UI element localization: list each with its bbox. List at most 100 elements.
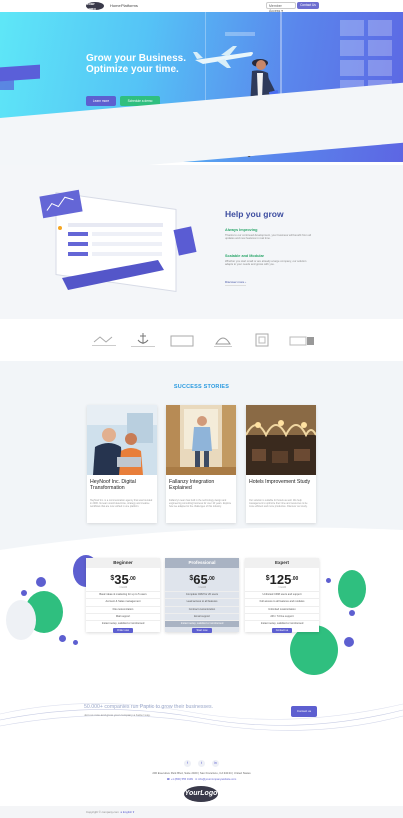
plan-feature: Contract customization (165, 605, 239, 613)
language-selector[interactable]: ● English ▾ (120, 810, 134, 814)
decor-blob (73, 640, 78, 645)
cta-waves (0, 703, 403, 731)
plan-feature: Email support (165, 612, 239, 620)
contact-us-plan-button[interactable]: Contact us (272, 628, 292, 634)
decor-blob (6, 600, 36, 640)
chevron-down-icon: ▾ (281, 9, 284, 13)
dashboard-illustration (39, 189, 197, 292)
bottom-bar (0, 806, 403, 818)
decor-blob (349, 610, 355, 616)
cents: .00 (291, 576, 299, 582)
window-pane (368, 20, 392, 36)
plan-feature: Instant setup, satisfied or reimbursed (86, 620, 160, 627)
plan-name: Expert (245, 558, 319, 568)
plan-feature: Instant setup, satisfied or reimbursed (165, 620, 239, 628)
price-card-professional: Professional $65.00 / month Complete CRM… (165, 558, 239, 634)
discover-more-link[interactable]: Discover more › (225, 280, 247, 286)
story-text: Our solution is suitable for hotels as w… (249, 499, 308, 508)
plan-feature: Account & Sales management (86, 598, 160, 605)
help-item-title: Scalable and Modular (225, 254, 265, 258)
window-pane (368, 40, 392, 56)
plan-period: / month (277, 586, 287, 589)
decor-blob (326, 578, 331, 583)
copyright: Copyright © company.com ● English ▾ (86, 810, 134, 814)
plan-feature: Full access to all features and modules (245, 598, 319, 605)
story-image-office (87, 405, 157, 475)
top-nav: Your Logo Home Platforms Member Access ▾… (0, 0, 403, 13)
amount: 125 (269, 572, 292, 587)
plan-feature: 24h / 7d live support (245, 612, 319, 620)
member-access-select[interactable]: Member Access ▾ (266, 2, 296, 13)
story-title: Hotels Improvement Study (249, 479, 311, 485)
story-image-woman (166, 405, 236, 475)
linkedin-icon[interactable]: in (212, 760, 219, 767)
nav-link-home[interactable]: Home (110, 3, 121, 8)
plan-price: $125.00 (245, 572, 319, 587)
learn-more-button[interactable]: Learn more (86, 96, 116, 106)
story-text: HeyNoof Inc. is a communication agency t… (90, 499, 153, 508)
member-access-label: Member Access (269, 4, 282, 13)
contact-button[interactable]: Contact Us (297, 2, 319, 9)
arrow-right-icon: › (245, 280, 247, 284)
help-item-title: Always Improving (225, 228, 258, 232)
plan-name: Professional (165, 558, 239, 568)
decor-blob (59, 635, 66, 642)
footer-contacts: ☎ +1 (800) 555 0199 ✉ info@yourcompanywe… (0, 777, 403, 781)
decor-blob (21, 590, 27, 596)
story-card[interactable]: Hotels Improvement Study Our solution is… (246, 405, 316, 523)
decor-stripe (0, 78, 14, 90)
facebook-icon[interactable]: f (184, 760, 191, 767)
client-logo-3 (170, 335, 194, 347)
plan-period: / month (197, 586, 207, 589)
cta-heading: 50.000+ companies run Paptic to grow the… (84, 704, 214, 710)
cta-contact-button[interactable]: Contact us (291, 706, 317, 717)
plan-price: $65.00 (165, 572, 239, 587)
plan-price: $35.00 (86, 572, 160, 587)
cents: .00 (207, 576, 215, 582)
nav-logo[interactable]: Your Logo (86, 1, 104, 11)
plan-name: Beginner (86, 558, 160, 568)
section-wave (0, 527, 403, 560)
plan-feature: Unlimited CRM users and support (245, 591, 319, 598)
clients-band (0, 319, 403, 361)
amount: 65 (193, 572, 208, 587)
globe-icon: ● (120, 810, 123, 814)
language-label: English (122, 810, 133, 814)
cents: .00 (128, 576, 136, 582)
twitter-icon[interactable]: t (198, 760, 205, 767)
order-now-button[interactable]: Order now (113, 628, 133, 634)
story-title: Fallanzy Integration Explained (169, 479, 215, 491)
copyright-text: Copyright © company.com (86, 810, 119, 814)
amount: 35 (114, 572, 129, 587)
plan-feature: Instant setup, satisfied or reimbursed (245, 620, 319, 627)
decor-blob (36, 577, 46, 587)
window-pane (340, 40, 364, 56)
client-logo-5 (255, 333, 269, 347)
decor-blob (344, 637, 354, 647)
price-card-beginner: Beginner $35.00 / month Basic ideas & ma… (86, 558, 160, 634)
page: Your Logo Home Platforms Member Access ▾… (0, 0, 403, 818)
story-title: HeyNoof Inc. Digital Transformation (90, 479, 136, 491)
plan-feature: Basic ideas & marketing for up to 5 user… (86, 591, 160, 598)
plan-period: / month (118, 586, 128, 589)
footer-phone[interactable]: +1 (800) 555 0199 (171, 778, 193, 781)
client-logo-4 (214, 337, 232, 347)
cta-subtext: Join us now and grow your company a bett… (84, 713, 151, 717)
phone-icon: ☎ (166, 778, 171, 781)
window-frame (225, 32, 255, 36)
help-item-text: Whether you start small or are already a… (225, 260, 307, 267)
plan-feature: Lead access to all features (165, 598, 239, 605)
plan-feature: Unlimited customization (245, 605, 319, 613)
footer-email[interactable]: info@yourcompanywebsite.com (198, 778, 236, 781)
start-now-button[interactable]: Start now (192, 628, 212, 634)
story-card[interactable]: HeyNoof Inc. Digital Transformation HeyN… (87, 405, 157, 523)
window-pane (368, 60, 392, 76)
footer-logo[interactable]: YourLogo (184, 786, 218, 802)
decor-blob (290, 625, 338, 675)
footer-address: 200 Executive Park Blvd, Suite 2400 | Sa… (152, 771, 251, 775)
story-text: Fallanzy's team has built in the technol… (169, 499, 232, 508)
nav-link-platforms[interactable]: Platforms (121, 3, 138, 8)
story-card[interactable]: Fallanzy Integration Explained Fallanzy'… (166, 405, 236, 523)
help-item-text: Thanks to our continued development, you… (225, 234, 311, 241)
price-card-expert: Expert $125.00 / month Unlimited CRM use… (245, 558, 319, 634)
